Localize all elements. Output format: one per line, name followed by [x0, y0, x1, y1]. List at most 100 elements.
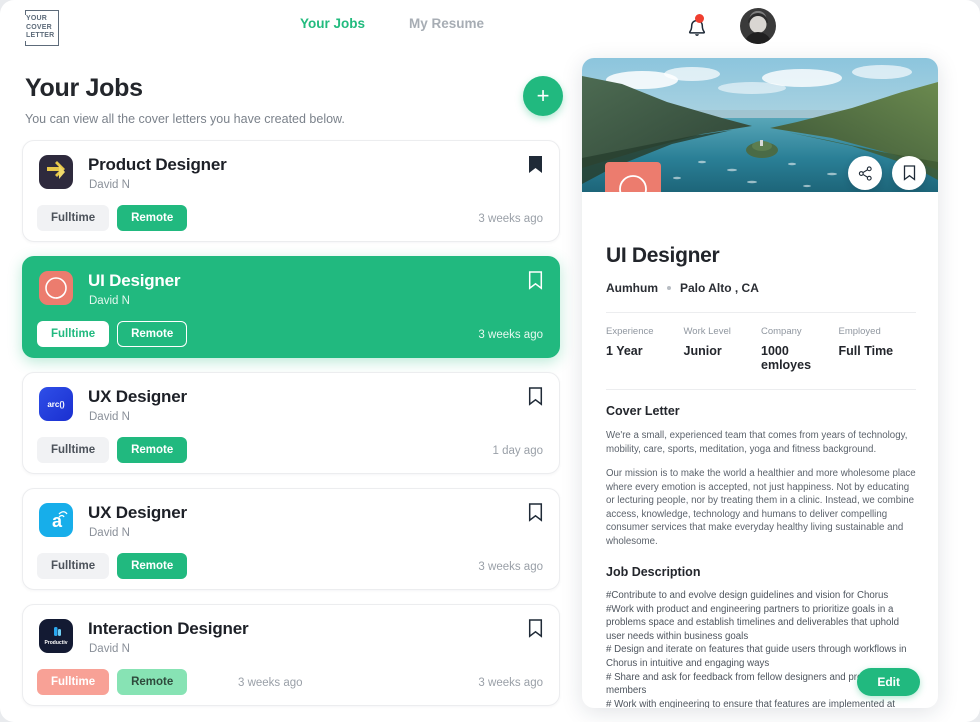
job-card-title: Interaction Designer: [88, 619, 249, 638]
stat-company: Company 1000 emloyes: [761, 326, 839, 372]
nav-item-your-jobs[interactable]: Your Jobs: [300, 16, 365, 31]
job-card-interaction-designer[interactable]: Productiv Interaction Designer David N F…: [22, 604, 560, 706]
hero-action-buttons: [848, 156, 926, 190]
job-card-person: David N: [89, 527, 130, 539]
cover-letter-heading: Cover Letter: [606, 404, 680, 418]
job-card-time: 3 weeks ago: [478, 213, 543, 225]
job-card-product-designer[interactable]: Product Designer David N Fulltime Remote…: [22, 140, 560, 242]
job-card-tags: Fulltime Remote: [37, 669, 188, 695]
detail-meta: Aumhum Palo Alto , CA: [606, 281, 916, 295]
job-card-tags: Fulltime Remote: [37, 205, 188, 231]
job-card-ux-designer-airwave[interactable]: a UX Designer David N Fulltime Remote 3 …: [22, 488, 560, 590]
job-card-title: Product Designer: [88, 155, 227, 174]
svg-text:a: a: [52, 511, 63, 531]
detail-job-title: UI Designer: [606, 244, 720, 267]
job-card-person: David N: [89, 411, 130, 423]
cover-letter-paragraph-2: Our mission is to make the world a healt…: [606, 468, 916, 547]
job-card-title: UX Designer: [88, 387, 187, 406]
divider-top: [606, 312, 916, 313]
brand-logo[interactable]: YOUR COVER LETTER: [25, 10, 59, 46]
job-card-tags: Fulltime Remote: [37, 321, 188, 347]
job-card-time: 3 weeks ago: [478, 329, 543, 341]
tag-fulltime[interactable]: Fulltime: [37, 321, 110, 347]
logo-line-3: LETTER: [25, 32, 56, 41]
user-avatar[interactable]: [740, 8, 776, 44]
airwave-a-logo-icon: a: [39, 503, 73, 537]
job-card-title: UX Designer: [88, 503, 187, 522]
job-card-title: UI Designer: [88, 271, 181, 290]
company-logo-aumhum: [605, 162, 661, 192]
cover-letter-paragraph-1: We're a small, experienced team that com…: [606, 430, 908, 455]
job-stats-row: Experience 1 Year Work Level Junior Comp…: [606, 326, 916, 372]
app-window: YOUR COVER LETTER Your Jobs My Resume Yo…: [0, 0, 980, 722]
bookmark-icon-outline[interactable]: [528, 619, 543, 643]
save-bookmark-button[interactable]: [892, 156, 926, 190]
stat-label: Experience: [606, 326, 654, 337]
nav-item-my-resume[interactable]: My Resume: [409, 16, 484, 31]
job-card-person: David N: [89, 295, 130, 307]
tag-fulltime[interactable]: Fulltime: [37, 553, 110, 579]
tag-fulltime[interactable]: Fulltime: [37, 437, 110, 463]
job-card-person: David N: [89, 179, 130, 191]
productiv-logo-icon: Productiv: [39, 619, 73, 653]
stat-employed: Employed Full Time: [839, 326, 917, 372]
logo-line-2: COVER: [25, 23, 53, 33]
bookmark-icon-outline[interactable]: [528, 387, 543, 411]
bookmark-icon: [903, 165, 915, 181]
stat-value: 1000 emloyes: [761, 344, 812, 372]
notification-bell-icon[interactable]: [685, 14, 709, 40]
job-detail-panel: UI Designer Aumhum Palo Alto , CA Experi…: [582, 58, 938, 708]
stat-work-level: Work Level Junior: [684, 326, 762, 372]
job-card-ux-designer-arc[interactable]: arc() UX Designer David N Fulltime Remot…: [22, 372, 560, 474]
job-detail-content: UI Designer Aumhum Palo Alto , CA Experi…: [582, 192, 938, 708]
bookmark-icon-filled[interactable]: [528, 155, 543, 179]
stat-value: Full Time: [838, 344, 894, 358]
edit-button[interactable]: Edit: [857, 668, 920, 696]
aumhum-circle-logo-icon: [39, 271, 73, 305]
job-card-time: 3 weeks ago: [478, 561, 543, 573]
detail-location: Palo Alto , CA: [680, 281, 759, 295]
job-card-time: 1 day ago: [492, 445, 543, 457]
divider-stats: [606, 389, 916, 390]
page-title: Your Jobs: [25, 74, 143, 102]
svg-text:arc(): arc(): [47, 400, 65, 409]
svg-text:Productiv: Productiv: [44, 640, 67, 646]
logo-line-1: YOUR: [25, 15, 49, 24]
notification-badge-dot: [695, 14, 704, 23]
tag-remote[interactable]: Remote: [117, 437, 188, 463]
add-job-button[interactable]: +: [523, 76, 563, 116]
share-button[interactable]: [848, 156, 882, 190]
tag-fulltime[interactable]: Fulltime: [37, 205, 110, 231]
hero-landscape-image: [582, 58, 938, 192]
job-card-tags: Fulltime Remote: [37, 437, 188, 463]
job-card-person: David N: [89, 643, 130, 655]
job-card-time: 3 weeks ago: [478, 677, 543, 689]
bookmark-icon-outline[interactable]: [528, 271, 543, 295]
tag-fulltime[interactable]: Fulltime: [37, 669, 110, 695]
share-icon: [858, 165, 872, 181]
stat-label: Company: [761, 326, 802, 337]
tag-remote[interactable]: Remote: [117, 321, 188, 347]
top-header: YOUR COVER LETTER Your Jobs My Resume: [0, 0, 980, 56]
bookmark-icon-outline[interactable]: [528, 503, 543, 527]
job-card-ui-designer[interactable]: UI Designer David N Fulltime Remote 3 we…: [22, 256, 560, 358]
job-cards-list: Product Designer David N Fulltime Remote…: [22, 140, 560, 720]
tag-remote[interactable]: Remote: [117, 205, 188, 231]
stat-value: 1 Year: [606, 344, 643, 358]
job-card-tags: Fulltime Remote: [37, 553, 188, 579]
detail-company: Aumhum: [606, 281, 658, 295]
job-description-heading: Job Description: [606, 565, 701, 579]
tag-remote[interactable]: Remote: [117, 669, 188, 695]
page-subtitle: You can view all the cover letters you h…: [25, 112, 345, 126]
stat-value: Junior: [683, 344, 722, 358]
arc-logo-icon: arc(): [39, 387, 73, 421]
tag-remote[interactable]: Remote: [117, 553, 188, 579]
stat-experience: Experience 1 Year: [606, 326, 684, 372]
meta-separator-dot: [667, 286, 671, 290]
jobs-list-panel: Your Jobs You can view all the cover let…: [0, 56, 582, 722]
main-nav: Your Jobs My Resume: [300, 16, 484, 31]
avatar-face: [749, 15, 767, 33]
shortcut-arrow-logo-icon: [39, 155, 73, 189]
job-card-time-secondary: 3 weeks ago: [238, 677, 303, 689]
stat-label: Employed: [838, 326, 881, 337]
